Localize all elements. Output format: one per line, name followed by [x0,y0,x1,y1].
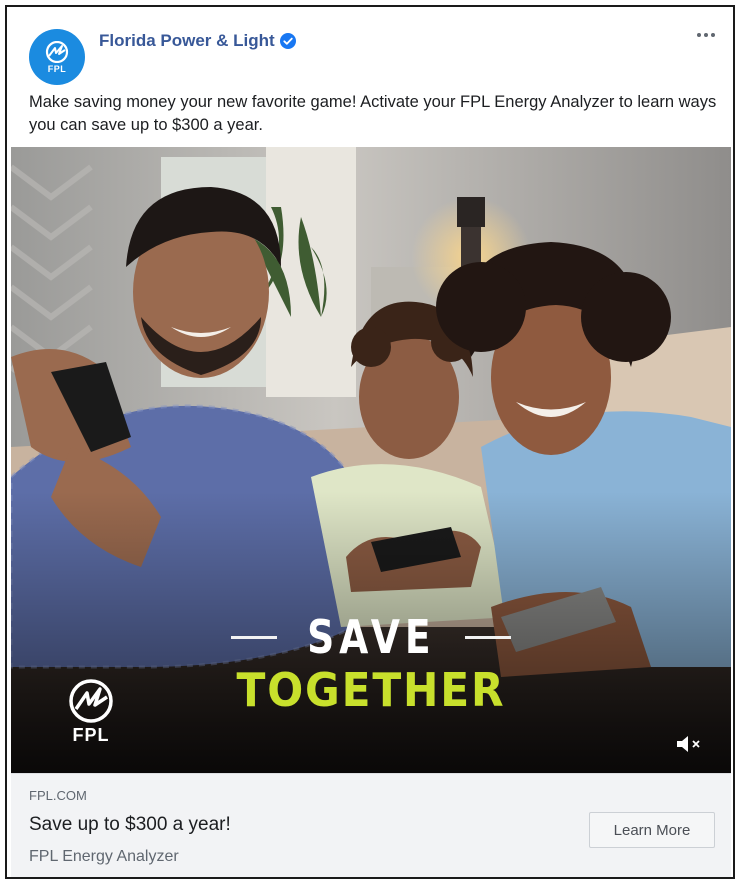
speaker-muted-icon [677,736,700,752]
fpl-logo-icon [45,40,69,63]
decorative-dash-right [465,635,512,639]
together-headline: TOGETHER [236,663,506,717]
ad-post-card: FPL Florida Power & Light Make saving mo… [5,5,735,879]
fpl-watermark-logo: FPL [51,679,131,749]
link-description: FPL Energy Analyzer [29,848,179,865]
decorative-dash-left [230,635,277,639]
avatar-label: FPL [47,63,67,74]
page-name-link[interactable]: Florida Power & Light [99,31,296,51]
learn-more-button[interactable]: Learn More [589,812,715,848]
link-preview[interactable]: FPL.COM Save up to $300 a year! FPL Ener… [11,773,731,877]
fpl-logo-text: FPL [72,725,110,745]
page-avatar[interactable]: FPL [29,29,85,85]
post-header: FPL Florida Power & Light [7,7,733,87]
link-domain: FPL.COM [29,788,87,803]
fpl-sunburst-icon [69,679,113,723]
more-options-icon[interactable] [693,25,719,45]
ad-video[interactable]: SAVE TOGETHER FPL [11,147,731,773]
link-title[interactable]: Save up to $300 a year! [29,814,231,836]
verified-badge-icon [279,33,296,49]
save-headline: SAVE [306,610,436,664]
save-headline-row: SAVE [221,607,521,667]
post-text: Make saving money your new favorite game… [29,93,717,134]
mute-toggle[interactable] [675,733,705,755]
page-name[interactable]: Florida Power & Light [99,31,275,51]
